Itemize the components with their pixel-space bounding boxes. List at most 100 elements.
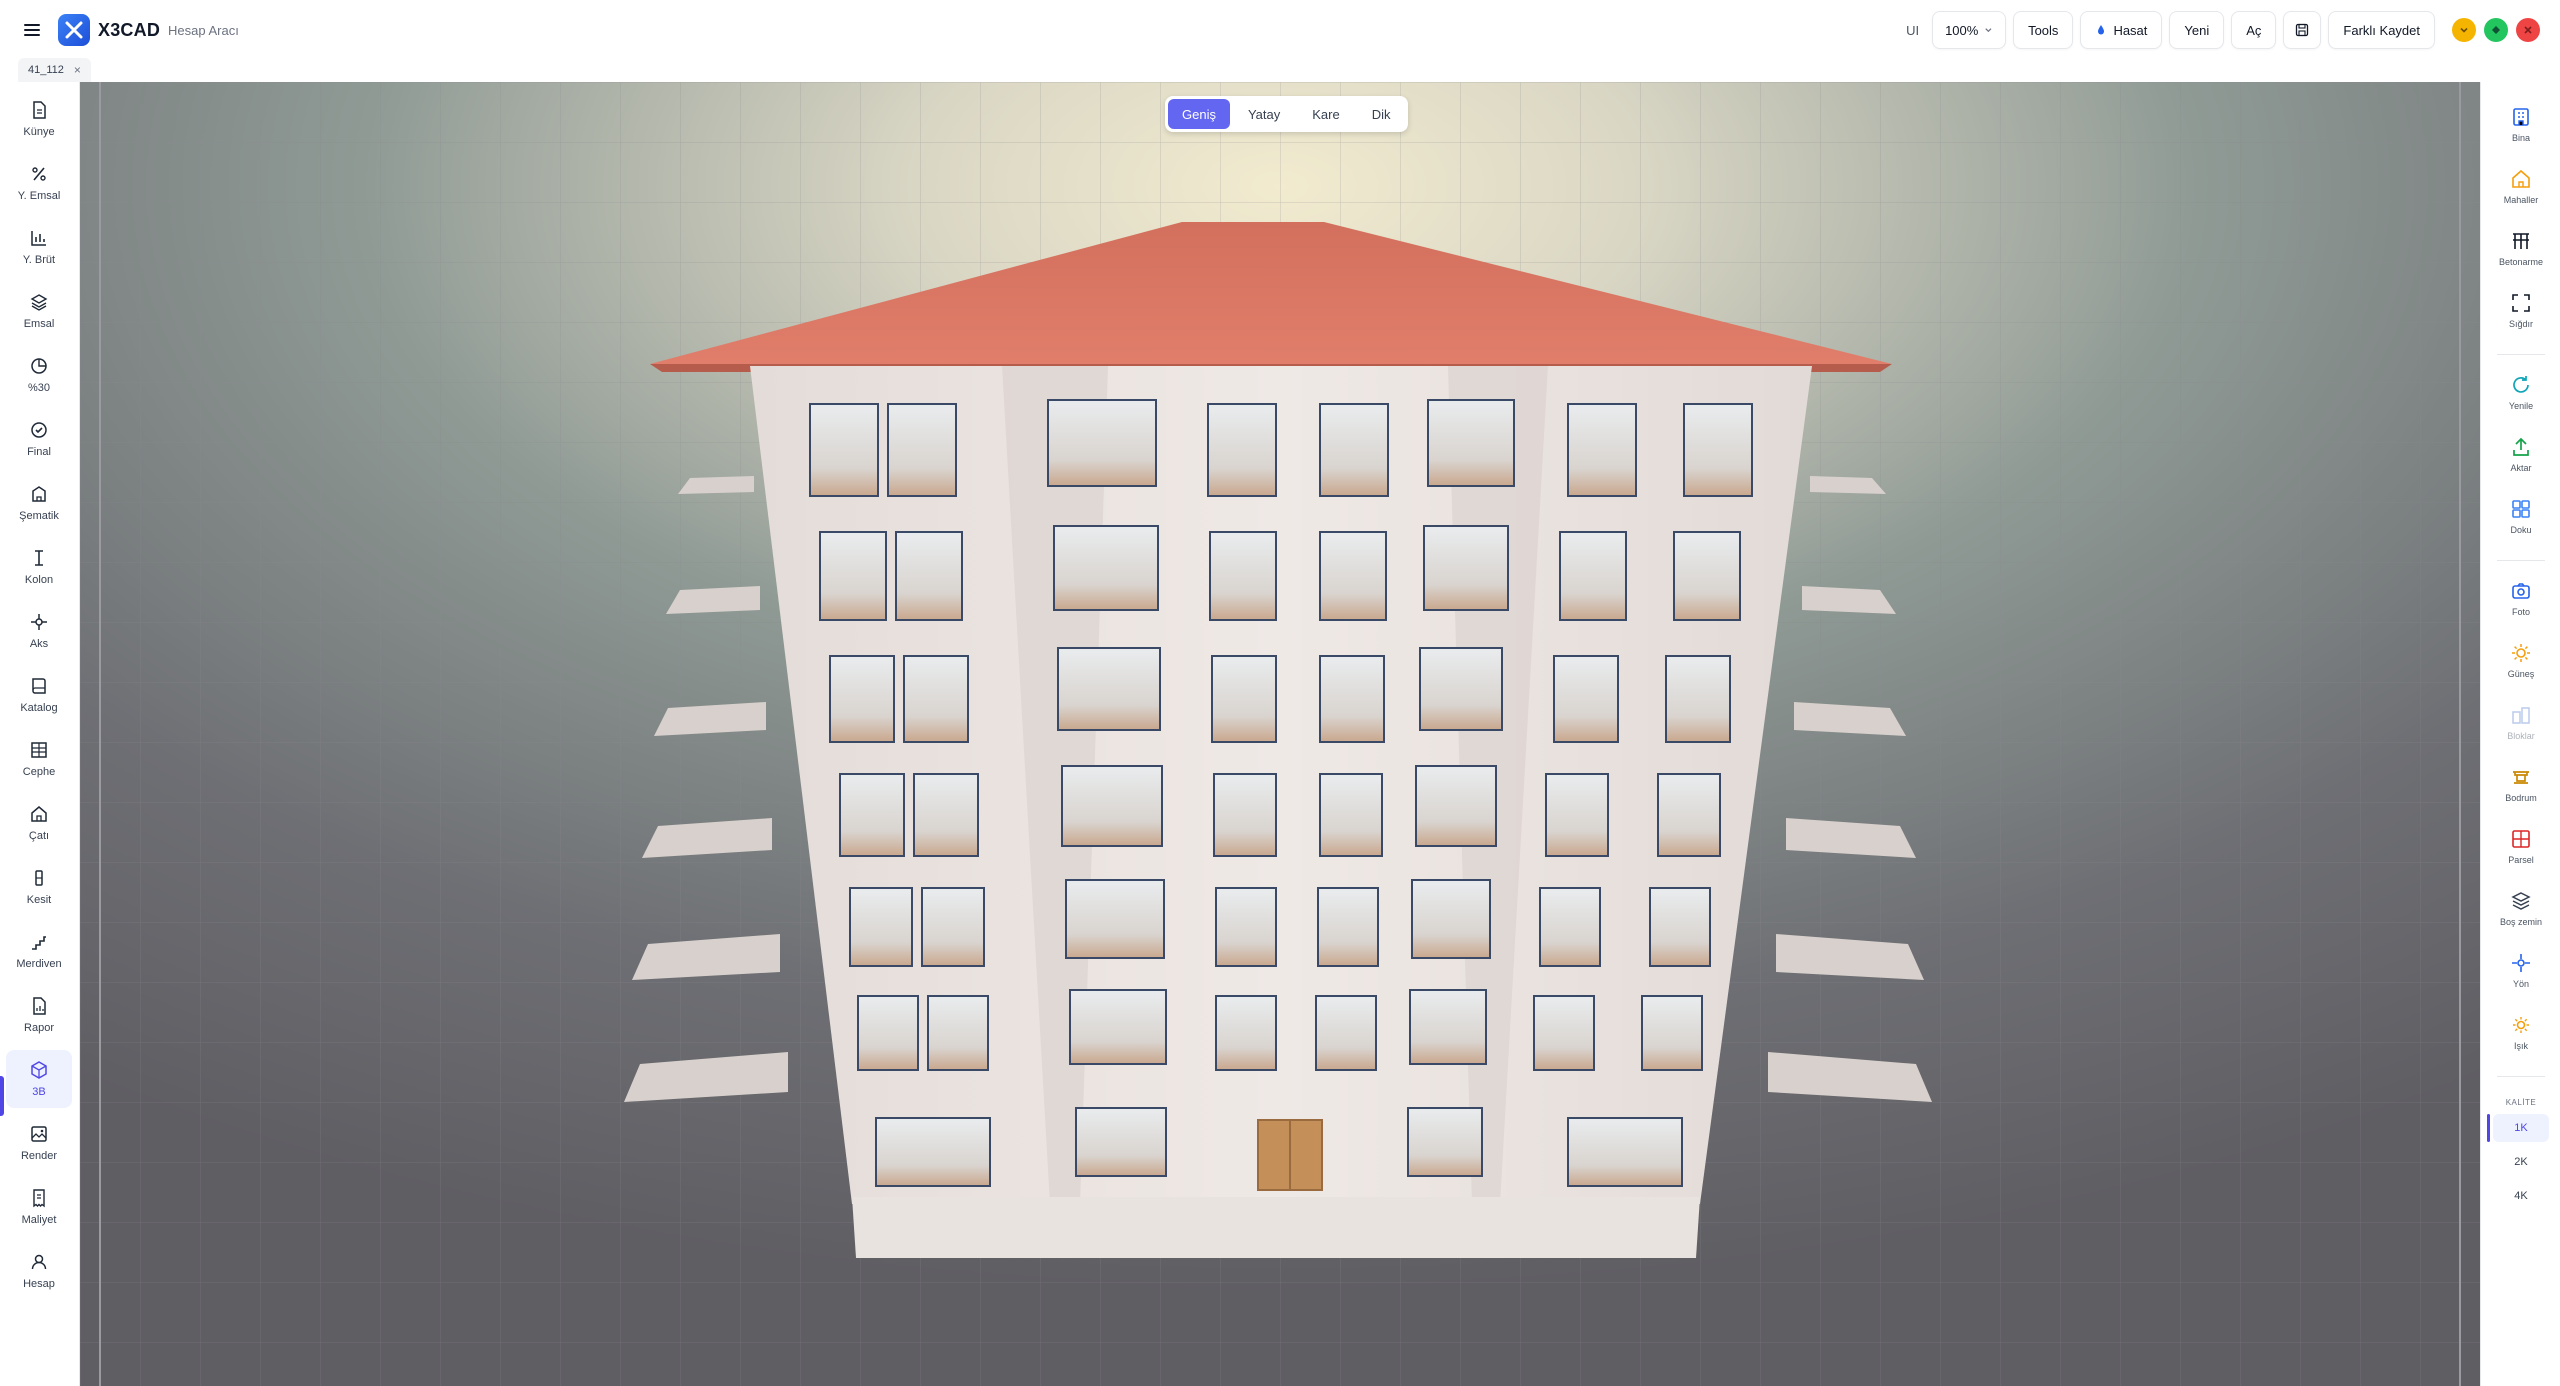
- hasat-button[interactable]: Hasat: [2080, 11, 2163, 49]
- view-mode-yatay[interactable]: Yatay: [1234, 99, 1294, 129]
- view-mode-selector: Geniş Yatay Kare Dik: [1165, 96, 1408, 132]
- export-icon: [2513, 437, 2529, 456]
- sidebar-item-label: Render: [20, 1150, 58, 1162]
- section-icon: [35, 870, 43, 886]
- right-item-yenile[interactable]: Yenile: [2489, 364, 2553, 420]
- tools-button[interactable]: Tools: [2013, 11, 2074, 49]
- right-item-bina[interactable]: Bina: [2489, 96, 2553, 152]
- right-item-bloklar[interactable]: Bloklar: [2489, 694, 2553, 750]
- sidebar-item-rapor[interactable]: Rapor: [6, 986, 72, 1044]
- quality-4k-button[interactable]: 4K: [2493, 1182, 2549, 1210]
- sidebar-item-label: Rapor: [24, 1022, 54, 1034]
- right-item-label: Bodrum: [2505, 792, 2537, 803]
- right-separator: [2497, 560, 2545, 561]
- ground-icon: [2511, 891, 2531, 910]
- sidebar-item-emsal[interactable]: Emsal: [6, 282, 72, 340]
- sidebar-item-label: Katalog: [20, 702, 58, 714]
- sidebar-item-sematik[interactable]: Şematik: [6, 474, 72, 532]
- document-tab[interactable]: 41_112 ×: [18, 58, 91, 82]
- axis-icon: [31, 614, 47, 630]
- expand-icon: [2492, 26, 2500, 34]
- right-item-label: Betonarme: [2498, 256, 2544, 267]
- app-brand: X3CAD: [98, 19, 161, 40]
- sidebar-item-label: Kesit: [26, 894, 52, 906]
- save-as-label: Farklı Kaydet: [2343, 22, 2420, 38]
- window-controls: [2452, 18, 2540, 42]
- right-item-betonarme[interactable]: Betonarme: [2489, 220, 2553, 276]
- sidebar-item-yuzde30[interactable]: %30: [6, 346, 72, 404]
- app-window: X3CAD Hesap Aracı UI 100% Tools Hasat Ye…: [0, 0, 2560, 1386]
- sun-icon: [2512, 643, 2530, 662]
- sidebar-item-kunye[interactable]: Künye: [6, 90, 72, 148]
- new-label: Yeni: [2184, 22, 2210, 38]
- open-button[interactable]: Aç: [2231, 11, 2277, 49]
- sidebar-item-kesit[interactable]: Kesit: [6, 858, 72, 916]
- compass-icon: [2512, 953, 2530, 972]
- right-item-yon[interactable]: Yön: [2489, 942, 2553, 998]
- sidebar-item-label: 3B: [32, 1086, 46, 1098]
- right-item-bos-zemin[interactable]: Boş zemin: [2489, 880, 2553, 936]
- right-item-doku[interactable]: Doku: [2489, 488, 2553, 544]
- hamburger-menu-button[interactable]: [16, 14, 48, 46]
- right-item-aktar[interactable]: Aktar: [2489, 426, 2553, 482]
- app-logo: [58, 14, 90, 46]
- sidebar-item-3b[interactable]: 3B: [6, 1050, 72, 1108]
- right-item-foto[interactable]: Foto: [2489, 570, 2553, 626]
- sidebar-item-katalog[interactable]: Katalog: [6, 666, 72, 724]
- right-item-label: Güneş: [2507, 668, 2535, 679]
- close-window-button[interactable]: [2516, 18, 2540, 42]
- sidebar-item-final[interactable]: Final: [6, 410, 72, 468]
- receipt-icon: [33, 1189, 45, 1208]
- view-mode-genis[interactable]: Geniş: [1168, 99, 1230, 129]
- sidebar-item-aks[interactable]: Aks: [6, 602, 72, 660]
- new-button[interactable]: Yeni: [2169, 11, 2225, 49]
- sidebar-item-label: Cephe: [22, 766, 56, 778]
- sidebar-item-hesap[interactable]: Hesap: [6, 1242, 72, 1300]
- 3d-viewport[interactable]: Geniş Yatay Kare Dik: [80, 82, 2480, 1386]
- sidebar-item-cati[interactable]: Çatı: [6, 794, 72, 852]
- save-button[interactable]: [2283, 11, 2322, 49]
- right-item-label: Bina: [2511, 132, 2530, 143]
- right-separator: [2497, 354, 2545, 355]
- maximize-button[interactable]: [2484, 18, 2508, 42]
- quality-2k-button[interactable]: 2K: [2493, 1148, 2549, 1176]
- right-item-gunes[interactable]: Güneş: [2489, 632, 2553, 688]
- view-mode-dik[interactable]: Dik: [1358, 99, 1405, 129]
- quality-1k-button[interactable]: 1K: [2493, 1114, 2549, 1142]
- image-icon: [31, 1126, 47, 1142]
- right-item-mahaller[interactable]: Mahaller: [2489, 158, 2553, 214]
- sidebar-item-kolon[interactable]: Kolon: [6, 538, 72, 596]
- left-sidebar: Künye Y. Emsal Y. Brüt Emsal %30 Final Ş…: [0, 82, 80, 1386]
- sidebar-item-label: Künye: [23, 126, 55, 138]
- sidebar-item-maliyet[interactable]: Maliyet: [6, 1178, 72, 1236]
- percent-icon: [32, 167, 46, 181]
- minimize-button[interactable]: [2452, 18, 2476, 42]
- building-icon: [32, 486, 46, 502]
- sidebar-item-cephe[interactable]: Cephe: [6, 730, 72, 788]
- right-item-parsel[interactable]: Parsel: [2489, 818, 2553, 874]
- sidebar-item-y-emsal[interactable]: Y. Emsal: [6, 154, 72, 212]
- check-circle-icon: [31, 422, 47, 438]
- sidebar-item-label: %30: [27, 382, 51, 394]
- right-item-bodrum[interactable]: Bodrum: [2489, 756, 2553, 812]
- right-item-sigdir[interactable]: Sığdır: [2489, 282, 2553, 338]
- sidebar-item-y-brut[interactable]: Y. Brüt: [6, 218, 72, 276]
- hasat-label: Hasat: [2113, 22, 2148, 38]
- right-item-isik[interactable]: Işık: [2489, 1004, 2553, 1060]
- building-3d-scene: [80, 82, 2480, 1386]
- column-icon: [35, 550, 43, 566]
- close-icon: [2524, 26, 2532, 34]
- toolbar-right: UI 100% Tools Hasat Yeni Aç Farklı Kayde…: [1906, 0, 2540, 60]
- sidebar-item-render[interactable]: Render: [6, 1114, 72, 1172]
- ui-zoom-select[interactable]: 100%: [1932, 11, 2007, 49]
- document-icon: [33, 101, 46, 119]
- sidebar-item-label: Aks: [29, 638, 49, 650]
- ui-zoom-value: 100%: [1945, 22, 1979, 38]
- save-as-button[interactable]: Farklı Kaydet: [2328, 11, 2435, 49]
- camera-icon: [2512, 582, 2530, 599]
- close-tab-icon[interactable]: ×: [74, 63, 81, 77]
- report-icon: [33, 997, 46, 1015]
- sidebar-item-merdiven[interactable]: Merdiven: [6, 922, 72, 980]
- view-mode-kare[interactable]: Kare: [1298, 99, 1353, 129]
- grid-icon: [2512, 499, 2530, 518]
